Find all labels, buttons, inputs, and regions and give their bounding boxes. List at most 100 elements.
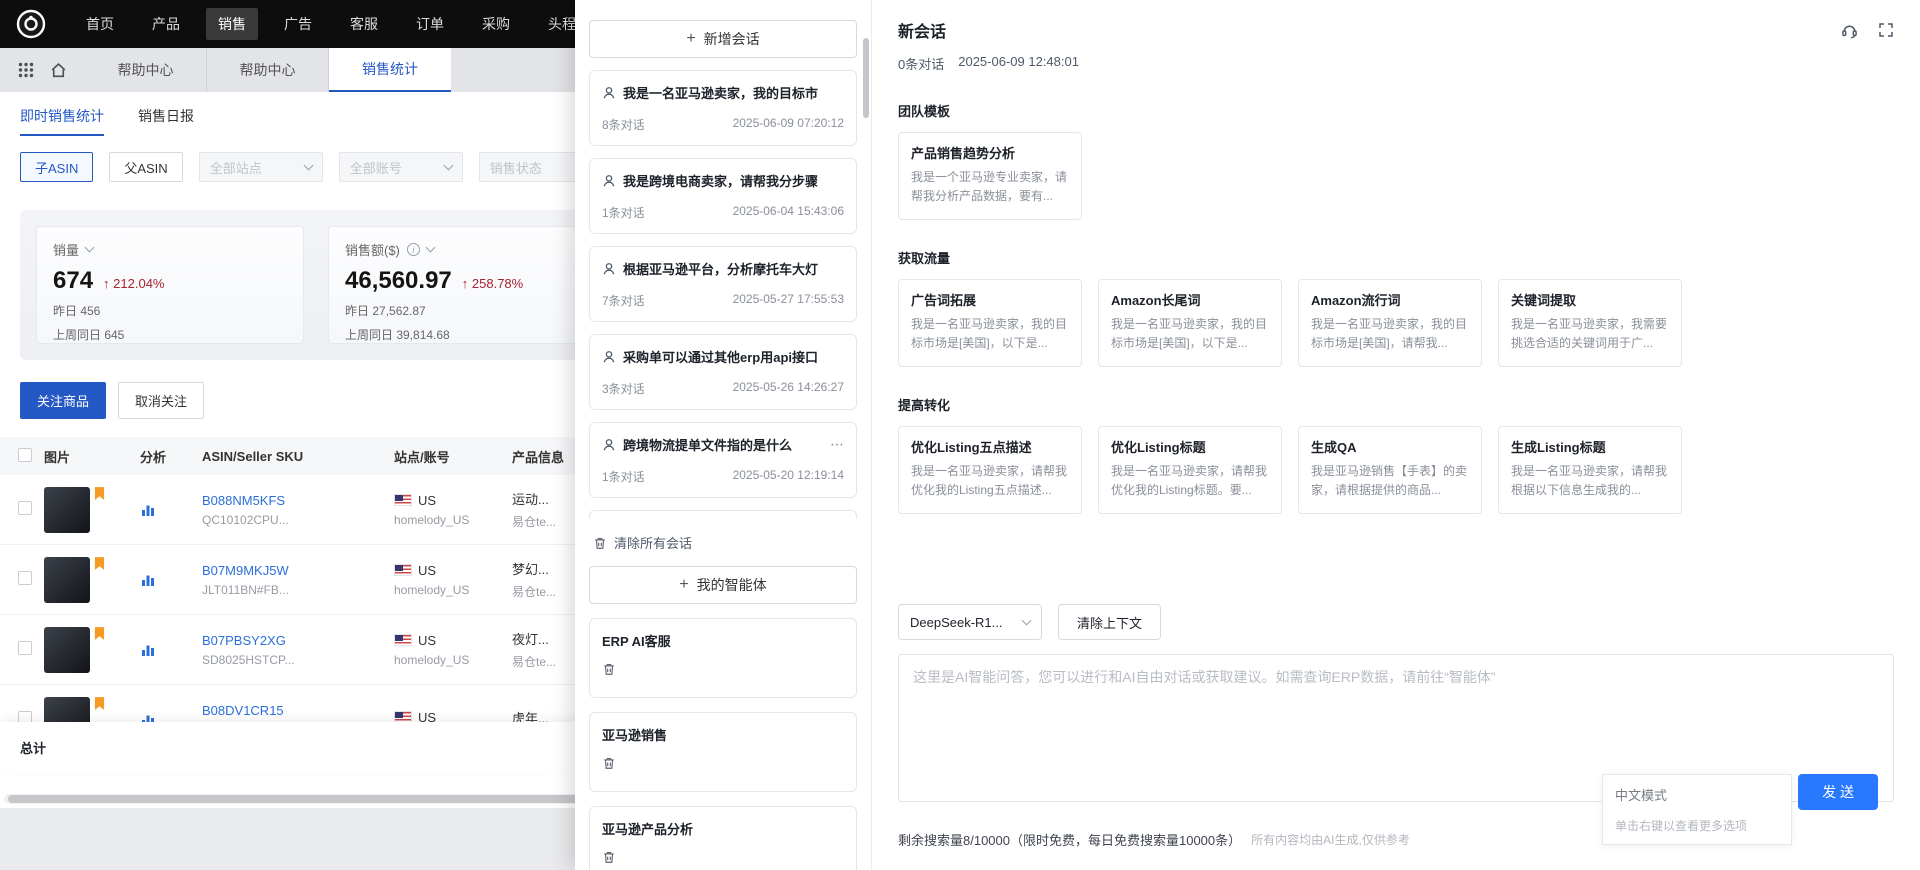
language-mode-option[interactable]: 中文模式 [1615,785,1779,804]
col-analysis: 分析 [140,449,167,465]
clear-all-sessions[interactable]: 清除所有会话 [593,533,853,552]
agent-card[interactable]: 亚马逊销售 [589,712,857,792]
trash-icon [593,536,607,550]
stat-label: 销售额($) [345,243,400,258]
chevron-down-icon[interactable] [84,242,95,253]
clear-context-button[interactable]: 清除上下文 [1058,604,1162,640]
new-session-button[interactable]: + 新增会话 [589,20,857,58]
analysis-chart-icon[interactable] [140,642,202,658]
send-button[interactable]: 发 送 [1798,774,1878,810]
follow-product-button[interactable]: 关注商品 [20,382,107,419]
chevron-down-icon[interactable] [425,242,436,253]
session-card[interactable]: 采购单可以通过其他erp用api接口 3条对话 2025-05-26 14:26… [589,334,857,410]
analysis-chart-icon[interactable] [140,572,202,588]
seller-sku: SD8025HSTCP... [202,652,295,667]
select-all-checkbox[interactable] [18,447,32,462]
prompt-card[interactable]: 生成Listing标题 我是一名亚马逊卖家，请帮我根据以下信息生成我的... [1498,426,1682,514]
asin-link[interactable]: B07PBSY2XG [202,633,286,648]
prompt-card[interactable]: 关键词提取 我是一名亚马逊卖家，我需要挑选合适的关键词用于广... [1498,279,1682,367]
asin-link[interactable]: B08DV1CR15 [202,703,284,718]
session-count: 8条对话 [602,118,645,132]
chat-title: 新会话 [898,24,947,41]
session-card[interactable]: 我是一名亚马逊卖家，我的目标市 8条对话 2025-06-09 07:20:12 [589,70,857,146]
nav-item-ads[interactable]: 广告 [272,8,324,40]
trash-icon[interactable] [602,756,616,770]
bookmark-icon[interactable] [94,696,105,710]
ai-assistant-drawer: + 新增会话 我是一名亚马逊卖家，我的目标市 8条对话 2025-06-09 0… [575,0,1920,870]
nav-item-purchase[interactable]: 采购 [470,8,522,40]
analysis-chart-icon[interactable] [140,502,202,518]
asin-link[interactable]: B088NM5KFS [202,493,285,508]
prompt-card[interactable]: 产品销售趋势分析 我是一个亚马逊专业卖家，请帮我分析产品数据，要有... [898,132,1082,220]
app-logo[interactable] [16,9,46,39]
fullscreen-icon[interactable] [1878,22,1894,38]
nav-item-service[interactable]: 客服 [338,8,390,40]
more-options-icon[interactable]: ⋯ [830,436,844,453]
row-checkbox[interactable] [18,641,32,655]
prompt-card-title: 优化Listing五点描述 [911,440,1032,455]
my-agents-button[interactable]: + 我的智能体 [589,566,857,604]
site-select[interactable]: 全部站点 [198,152,323,182]
tab-sales-statistics[interactable]: 销售统计 [329,48,451,92]
prompt-card-title: 广告词拓展 [911,293,977,308]
us-flag-icon [394,564,412,576]
seller-sku: JLT011BN#FB... [202,582,289,597]
subtab-realtime-stats[interactable]: 即时销售统计 [20,106,104,136]
nav-item-sales[interactable]: 销售 [206,8,258,40]
session-count: 3条对话 [602,382,645,396]
chat-time: 2025-06-09 12:48:01 [958,54,1079,69]
site-code: US [418,632,437,648]
bookmark-icon[interactable] [94,486,105,500]
product-image [44,486,90,533]
session-title: 我是一名亚马逊卖家，我的目标市 [623,86,819,101]
agent-card[interactable]: 亚马逊产品分析 [589,806,857,870]
prompt-card[interactable]: 广告词拓展 我是一名亚马逊卖家，我的目标市场是[美国]，以下是... [898,279,1082,367]
site-select-value: 全部站点 [209,160,262,176]
session-card[interactable]: 根据亚马逊平台，分析摩托车大灯 7条对话 2025-05-27 17:55:53 [589,246,857,322]
agent-headset-icon[interactable] [1841,22,1858,39]
scrollbar-thumb[interactable] [8,795,624,803]
prompt-card[interactable]: Amazon长尾词 我是一名亚马逊卖家，我的目标市场是[美国]，以下是... [1098,279,1282,367]
tab-help-center-1[interactable]: 帮助中心 [85,48,207,92]
prompt-card[interactable]: Amazon流行词 我是一名亚马逊卖家，我的目标市场是[美国]，请帮我... [1298,279,1482,367]
trash-icon[interactable] [602,662,616,676]
session-card-partial[interactable] [589,510,857,519]
info-icon[interactable]: i [406,243,420,256]
subtab-daily-report[interactable]: 销售日报 [138,106,194,136]
tab-help-center-2[interactable]: 帮助中心 [207,48,329,92]
session-title: 我是跨境电商卖家，请帮我分步骤 [623,174,819,189]
child-asin-toggle[interactable]: 子ASIN [20,152,94,182]
parent-asin-toggle[interactable]: 父ASIN [109,152,183,182]
account-select[interactable]: 全部账号 [338,152,463,182]
nav-item-home[interactable]: 首页 [74,8,126,40]
us-flag-icon [394,494,412,506]
session-card[interactable]: 我是跨境电商卖家，请帮我分步骤 1条对话 2025-06-04 15:43:06 [589,158,857,234]
agent-name: ERP AI客服 [602,634,671,649]
prompt-card[interactable]: 生成QA 我是亚马逊销售【手表】的卖家，请根据提供的商品... [1298,426,1482,514]
apps-grid-icon[interactable] [18,62,34,78]
nav-item-products[interactable]: 产品 [140,8,192,40]
row-checkbox[interactable] [18,501,32,515]
section-get-traffic: 获取流量 [898,251,951,266]
prompt-card-title: 生成Listing标题 [1511,440,1606,455]
total-label: 总计 [20,740,47,756]
session-card[interactable]: 跨境物流提单文件指的是什么 ⋯ 1条对话 2025-05-20 12:19:14 [589,422,857,498]
bookmark-icon[interactable] [94,626,105,640]
prompt-card[interactable]: 优化Listing标题 我是一名亚马逊卖家，请帮我优化我的Listing标题。要… [1098,426,1282,514]
home-icon[interactable] [50,62,67,79]
asin-link[interactable]: B07M9MKJ5W [202,563,289,578]
stat-value: 674 [53,267,94,294]
unfollow-button[interactable]: 取消关注 [118,382,205,419]
row-checkbox[interactable] [18,571,32,585]
session-time: 2025-06-04 15:43:06 [732,204,844,218]
chat-panel: 新会话 0条对话 2025-06-09 12:48:01 团队模板 产品销售趋势… [871,0,1920,870]
bookmark-icon[interactable] [94,556,105,570]
sessions-scrollbar[interactable] [863,38,869,118]
prompt-card[interactable]: 优化Listing五点描述 我是一名亚马逊卖家，请帮我优化我的Listing五点… [898,426,1082,514]
nav-item-orders[interactable]: 订单 [404,8,456,40]
trash-icon[interactable] [602,850,616,864]
model-select[interactable]: DeepSeek-R1... [898,604,1042,640]
agent-card[interactable]: ERP AI客服 [589,618,857,698]
status-select-value: 销售状态 [489,160,542,176]
session-count: 7条对话 [602,294,645,308]
